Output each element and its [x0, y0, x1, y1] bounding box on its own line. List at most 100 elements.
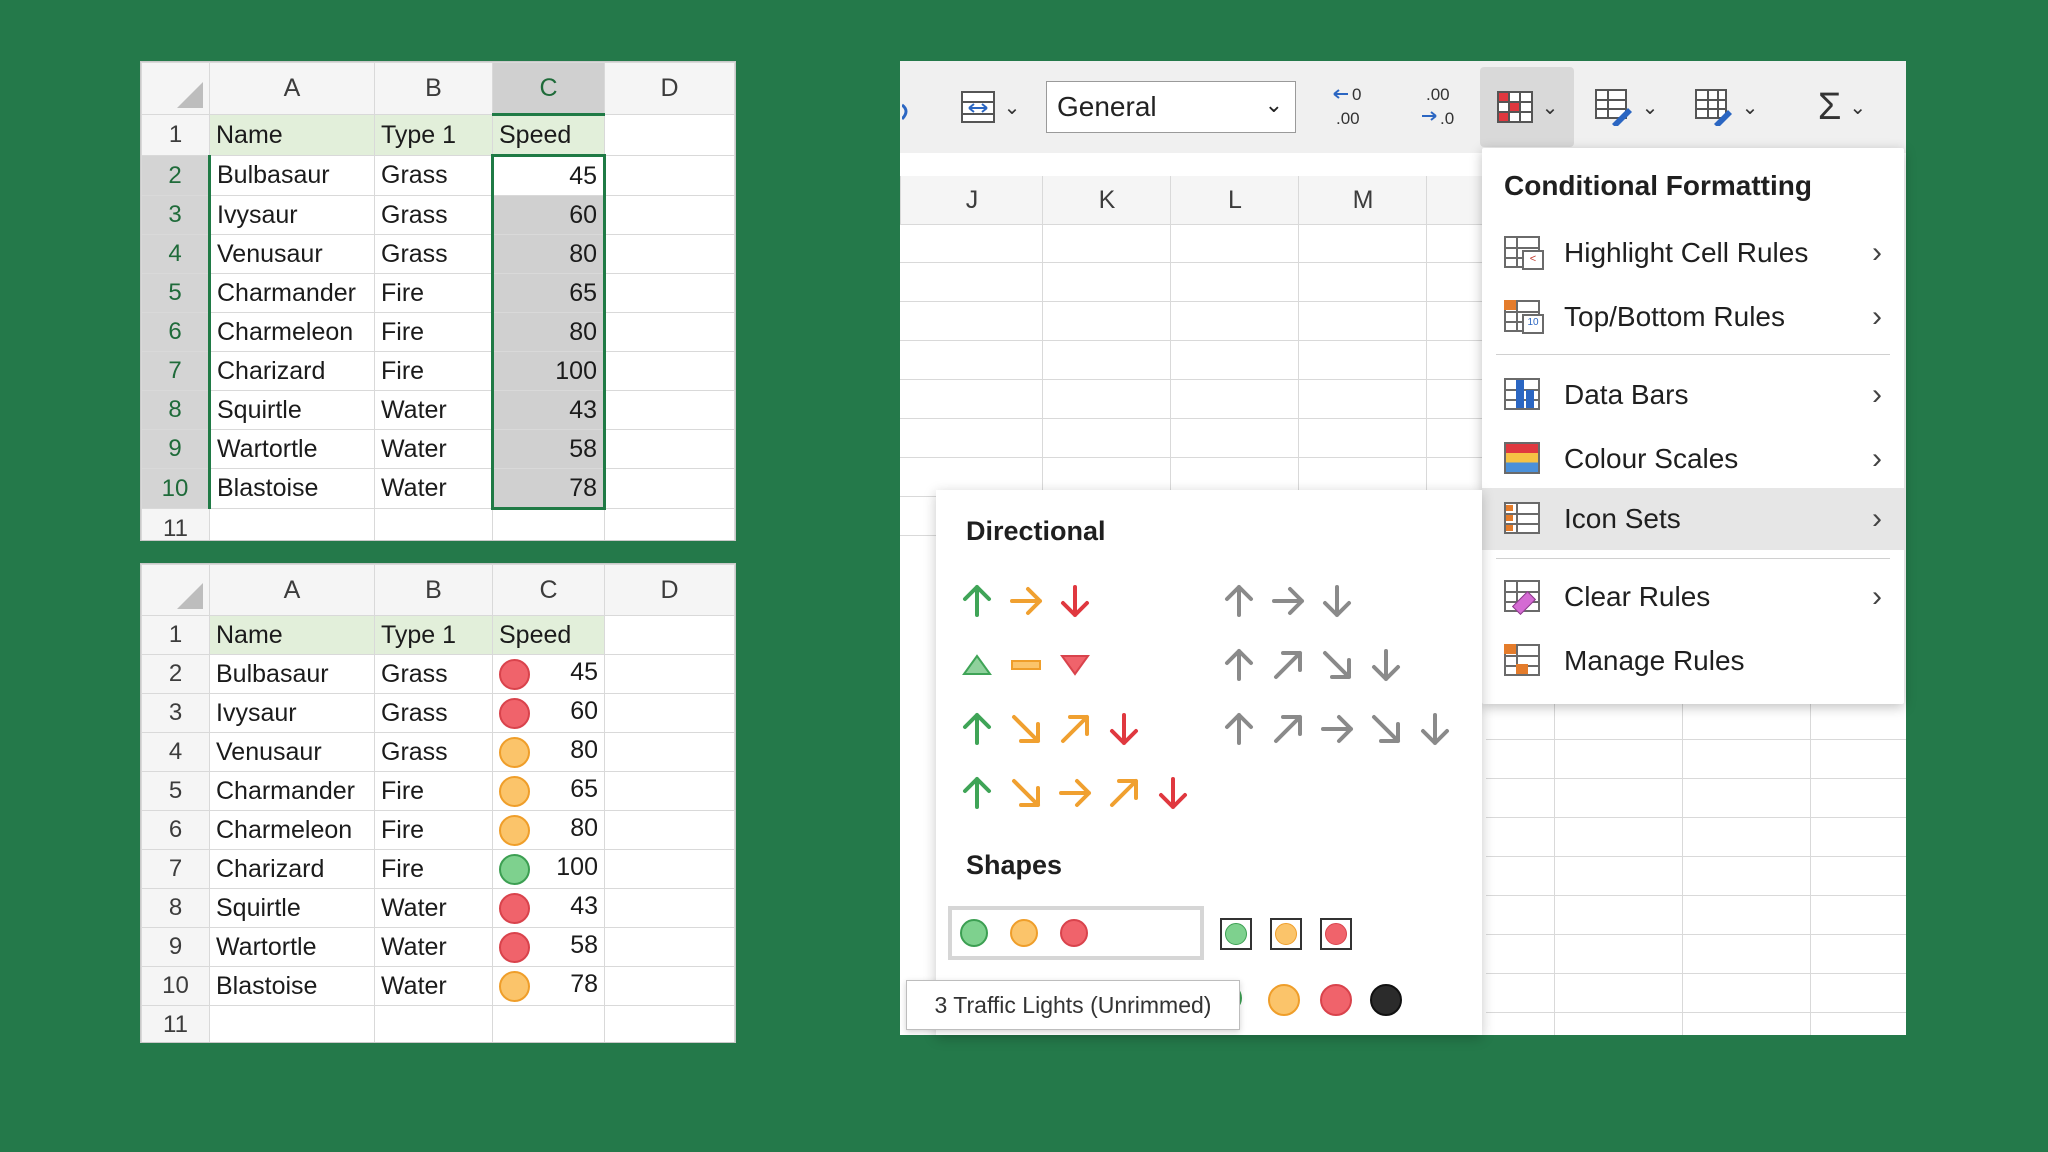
- row-number[interactable]: 3: [141, 195, 211, 235]
- column-header-n[interactable]: [1426, 176, 1487, 225]
- icon-set-3-traffic-lights-rimmed[interactable]: [1220, 914, 1370, 956]
- icon-set-4-arrows-gray[interactable]: [1222, 648, 1418, 682]
- cell-type[interactable]: Water: [374, 888, 493, 928]
- cell-name[interactable]: Charmeleon: [209, 810, 375, 850]
- cell-speed[interactable]: 43: [492, 888, 605, 928]
- menu-item-top-bottom-rules[interactable]: 10 Top/Bottom Rules ›: [1482, 286, 1904, 348]
- cell-name[interactable]: Charmeleon: [208, 312, 375, 352]
- cell-type[interactable]: Fire: [374, 312, 493, 352]
- cell-speed[interactable]: 60: [491, 195, 606, 235]
- cell-empty[interactable]: [604, 810, 735, 850]
- cell-type[interactable]: Grass: [374, 654, 493, 694]
- cell-empty[interactable]: [604, 849, 735, 889]
- cell-name[interactable]: [209, 508, 375, 540]
- cell-empty[interactable]: [604, 654, 735, 694]
- column-header-k[interactable]: K: [1042, 176, 1171, 225]
- format-as-table-button[interactable]: ⌄: [1584, 79, 1668, 135]
- cell-empty[interactable]: [604, 927, 735, 967]
- cell-speed[interactable]: 45: [491, 154, 606, 196]
- cell-type[interactable]: Type 1: [374, 114, 493, 156]
- cell-speed[interactable]: [492, 1005, 605, 1042]
- cell-speed[interactable]: 100: [491, 351, 606, 391]
- cell-type[interactable]: Fire: [374, 351, 493, 391]
- row-number[interactable]: 6: [141, 810, 210, 850]
- cell-empty[interactable]: [604, 732, 735, 772]
- cell-empty[interactable]: [604, 114, 735, 156]
- row-number[interactable]: 4: [141, 234, 211, 274]
- cell-speed[interactable]: 65: [491, 273, 606, 313]
- cell-type[interactable]: Fire: [374, 273, 493, 313]
- cell-type[interactable]: Water: [374, 966, 493, 1006]
- column-header-m[interactable]: M: [1298, 176, 1427, 225]
- cell-name[interactable]: Charizard: [208, 351, 375, 391]
- cell-name[interactable]: Ivysaur: [208, 195, 375, 235]
- row-number[interactable]: 5: [141, 771, 210, 811]
- column-header-c[interactable]: C: [492, 62, 605, 116]
- row-number[interactable]: 9: [141, 927, 210, 967]
- cell-name[interactable]: Charmander: [209, 771, 375, 811]
- column-header-b[interactable]: B: [374, 62, 493, 115]
- column-header-j[interactable]: J: [900, 176, 1043, 225]
- cell-speed[interactable]: 58: [492, 927, 605, 967]
- cell-name[interactable]: Wartortle: [208, 429, 375, 469]
- cell-speed[interactable]: Speed: [492, 114, 605, 156]
- column-header-b[interactable]: B: [374, 564, 493, 616]
- icon-set-5-arrows-colored[interactable]: [960, 776, 1205, 810]
- cell-speed[interactable]: 100: [492, 849, 605, 889]
- cell-empty[interactable]: [604, 155, 735, 196]
- cell-speed[interactable]: 78: [492, 966, 605, 1006]
- cell-type[interactable]: Water: [374, 927, 493, 967]
- column-header-c[interactable]: C: [492, 564, 605, 616]
- cell-type[interactable]: Grass: [374, 732, 493, 772]
- row-number[interactable]: 1: [141, 615, 210, 655]
- column-header-d[interactable]: D: [604, 62, 735, 115]
- row-number[interactable]: 5: [141, 273, 211, 313]
- row-number[interactable]: 10: [141, 966, 210, 1006]
- cell-name[interactable]: Squirtle: [209, 888, 375, 928]
- cell-styles-button[interactable]: ⌄: [1684, 79, 1768, 135]
- row-number[interactable]: 8: [141, 390, 211, 430]
- cell-empty[interactable]: [604, 888, 735, 928]
- cell-name[interactable]: Blastoise: [209, 966, 375, 1006]
- cell-type[interactable]: [374, 1005, 493, 1042]
- autosum-button[interactable]: Σ ⌄: [1800, 79, 1884, 135]
- cell-empty[interactable]: [604, 508, 735, 540]
- cell-empty[interactable]: [604, 390, 735, 430]
- cell-type[interactable]: Fire: [374, 810, 493, 850]
- cell-empty[interactable]: [604, 771, 735, 811]
- cell-type[interactable]: Fire: [374, 849, 493, 889]
- cell-name[interactable]: Wartortle: [209, 927, 375, 967]
- cell-type[interactable]: Water: [374, 468, 493, 509]
- cell-speed[interactable]: 78: [491, 468, 606, 510]
- menu-item-icon-sets[interactable]: Icon Sets ›: [1482, 488, 1904, 550]
- row-number[interactable]: 3: [141, 693, 210, 733]
- cell-empty[interactable]: [604, 966, 735, 1006]
- cell-empty[interactable]: [604, 429, 735, 469]
- cell-empty[interactable]: [604, 195, 735, 235]
- increase-decimal-button[interactable]: 0 .00: [1324, 79, 1380, 135]
- cell-empty[interactable]: [604, 312, 735, 352]
- cell-speed[interactable]: 43: [491, 390, 606, 430]
- row-number[interactable]: 11: [141, 1005, 210, 1042]
- cell-speed[interactable]: Speed: [492, 615, 605, 655]
- menu-item-colour-scales[interactable]: Colour Scales ›: [1482, 428, 1904, 490]
- select-all-corner[interactable]: [141, 62, 210, 115]
- menu-item-data-bars[interactable]: Data Bars ›: [1482, 364, 1904, 426]
- row-number[interactable]: 1: [141, 114, 210, 156]
- row-number[interactable]: 11: [141, 508, 210, 540]
- row-number[interactable]: 2: [141, 155, 211, 196]
- cell-name[interactable]: Venusaur: [209, 732, 375, 772]
- row-number[interactable]: 6: [141, 312, 211, 352]
- cell-speed[interactable]: 80: [492, 732, 605, 772]
- cell-speed[interactable]: 45: [492, 654, 605, 694]
- cell-empty[interactable]: [604, 273, 735, 313]
- row-number[interactable]: 7: [141, 351, 211, 391]
- cell-speed[interactable]: 58: [491, 429, 606, 469]
- cell-empty[interactable]: [604, 351, 735, 391]
- cell-type[interactable]: Water: [374, 429, 493, 469]
- icon-set-4-traffic-lights[interactable]: [1214, 978, 1440, 1020]
- cell-name[interactable]: Name: [209, 615, 375, 655]
- column-header-a[interactable]: A: [209, 62, 375, 115]
- cell-name[interactable]: [209, 1005, 375, 1042]
- icon-set-3-triangles[interactable]: [960, 648, 1107, 682]
